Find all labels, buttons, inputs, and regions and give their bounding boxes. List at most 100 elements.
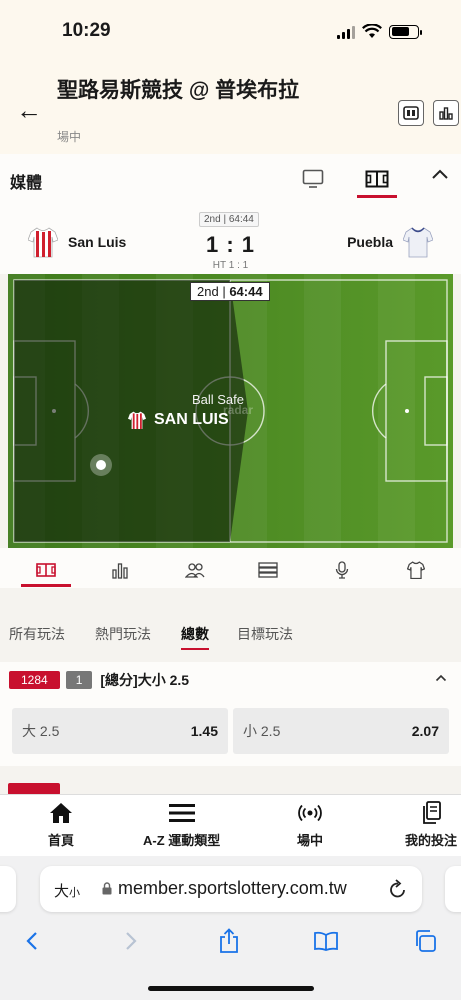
tab-video[interactable] — [293, 162, 333, 196]
bar-chart-icon — [439, 107, 453, 120]
next-market-peek — [8, 782, 453, 794]
possession-team: SAN LUIS — [128, 410, 229, 430]
page-subtitle: 場中 — [57, 130, 82, 144]
browser-icons — [0, 926, 461, 960]
status-time: 10:29 — [62, 20, 111, 41]
nav-live[interactable]: 場中 — [297, 801, 323, 849]
address-bar[interactable]: 大小 member.sportslottery.com.tw — [40, 866, 422, 912]
browser-toolbar: 大小 member.sportslottery.com.tw — [0, 856, 461, 1000]
market-count-badge: 1 — [65, 671, 93, 689]
period-badge: 2nd | 64:44 — [199, 212, 259, 227]
tab-commentary[interactable] — [317, 556, 367, 584]
text-size-small: 小 — [69, 887, 81, 899]
match-header: ← 聖路易斯競技 @ 普埃布拉 場中 — [0, 62, 461, 154]
pitch-icon — [36, 563, 56, 577]
tab-pitch[interactable] — [21, 556, 71, 587]
tab-totals[interactable]: 總數 — [181, 624, 209, 650]
odds-under-value: 2.07 — [411, 723, 439, 739]
live-icon — [298, 804, 322, 822]
scoreboard-button[interactable] — [398, 100, 424, 126]
microphone-icon — [335, 561, 349, 579]
chevron-up-icon[interactable] — [435, 674, 447, 682]
shirt-icon — [407, 561, 425, 579]
home-indicator — [148, 986, 314, 991]
tab-standings[interactable] — [243, 556, 293, 584]
status-icons — [337, 24, 422, 39]
chevron-left-icon — [26, 932, 37, 950]
nav-my-bets-label: 我的投注 — [405, 833, 458, 848]
tab-match-tracker[interactable] — [357, 162, 397, 198]
url-text: member.sportslottery.com.tw — [118, 878, 347, 898]
tracker-tabs — [0, 548, 461, 588]
chevron-up-icon[interactable] — [431, 168, 449, 180]
tab-popular-markets[interactable]: 熱門玩法 — [95, 624, 151, 644]
bookmarks-button[interactable] — [311, 926, 341, 956]
halftime-score: HT 1 : 1 — [212, 260, 249, 271]
nav-home[interactable]: 首頁 — [48, 801, 74, 849]
market-title: [總分]大小 2.5 — [100, 672, 190, 688]
battery-icon — [389, 24, 422, 39]
cellular-signal-icon — [337, 25, 355, 39]
pitch-clock-value: 64:44 — [229, 284, 263, 299]
book-icon — [314, 931, 338, 951]
page-title: 聖路易斯競技 @ 普埃布拉 — [57, 79, 300, 102]
tabs-button[interactable] — [410, 926, 440, 956]
pitch-period: 2nd — [197, 284, 219, 299]
possession-jersey-icon — [128, 411, 146, 429]
text-size-button[interactable]: 大小 — [54, 880, 80, 901]
scoreboard-icon — [403, 106, 419, 120]
tab-statistics[interactable] — [95, 556, 145, 584]
media-label: 媒體 — [10, 175, 43, 192]
browser-back-button[interactable] — [17, 926, 47, 956]
nav-my-bets[interactable]: 我的投注 — [405, 801, 457, 849]
tab-kits[interactable] — [391, 556, 441, 584]
nav-sports-az-label: A-Z 運動類型 — [143, 833, 221, 848]
market-header: 1284 1 [總分]大小 2.5 — [9, 670, 189, 690]
event-status: Ball Safe — [191, 392, 245, 407]
back-arrow-icon[interactable]: ← — [16, 97, 42, 123]
odds-over-label: 大 2.5 — [22, 723, 60, 739]
share-button[interactable] — [214, 926, 244, 956]
home-icon — [50, 803, 72, 823]
table-list-icon — [258, 562, 278, 578]
odds-over-value: 1.45 — [190, 723, 218, 739]
odds-under-button[interactable]: 小 2.5 2.07 — [233, 708, 449, 754]
odds-over-button[interactable]: 大 2.5 1.45 — [12, 708, 228, 754]
reload-icon[interactable] — [388, 878, 408, 900]
statistics-button[interactable] — [433, 100, 459, 126]
text-size-large: 大 — [54, 883, 70, 900]
away-team: Puebla — [347, 226, 433, 258]
tab-lineups[interactable] — [170, 556, 220, 584]
market-code-badge: 1284 — [9, 671, 60, 689]
match-tracker-pitch: 2nd | 64:44 radar Ball Safe SAN LUIS — [8, 274, 453, 548]
nav-sports-az[interactable]: A-Z 運動類型 — [143, 801, 220, 849]
tab-all-markets[interactable]: 所有玩法 — [9, 624, 65, 644]
browser-forward-button[interactable] — [116, 926, 146, 956]
away-team-name: Puebla — [347, 234, 393, 250]
nav-live-label: 場中 — [297, 833, 324, 848]
status-bar: 10:29 — [0, 0, 461, 62]
nav-home-label: 首頁 — [48, 833, 75, 848]
previous-tab-pill[interactable] — [0, 866, 16, 912]
wifi-icon — [362, 24, 382, 38]
away-jersey-icon — [403, 227, 433, 258]
monitor-icon — [302, 169, 324, 188]
menu-icon — [168, 804, 195, 822]
pitch-icon — [365, 170, 389, 188]
market-card: 1284 1 [總分]大小 2.5 大 2.5 1.45 小 2.5 2.07 — [0, 662, 461, 766]
bets-icon — [423, 801, 441, 824]
pitch-clock: 2nd | 64:44 — [190, 282, 270, 301]
bar-chart-icon — [112, 563, 128, 579]
players-icon — [185, 563, 205, 578]
url-display: member.sportslottery.com.tw — [102, 878, 347, 899]
chevron-right-icon — [126, 932, 137, 950]
bottom-nav: 首頁 A-Z 運動類型 場中 我的投注 — [0, 794, 461, 856]
media-row: 媒體 — [0, 154, 461, 204]
possession-team-name: SAN LUIS — [154, 411, 229, 428]
tab-goal-markets[interactable]: 目標玩法 — [237, 624, 293, 644]
share-icon — [220, 928, 238, 953]
market-filter-tabs: 所有玩法 熱門玩法 總數 目標玩法 — [0, 606, 461, 656]
lock-icon — [102, 882, 112, 895]
next-tab-pill[interactable] — [445, 866, 461, 912]
tabs-icon — [416, 930, 436, 952]
